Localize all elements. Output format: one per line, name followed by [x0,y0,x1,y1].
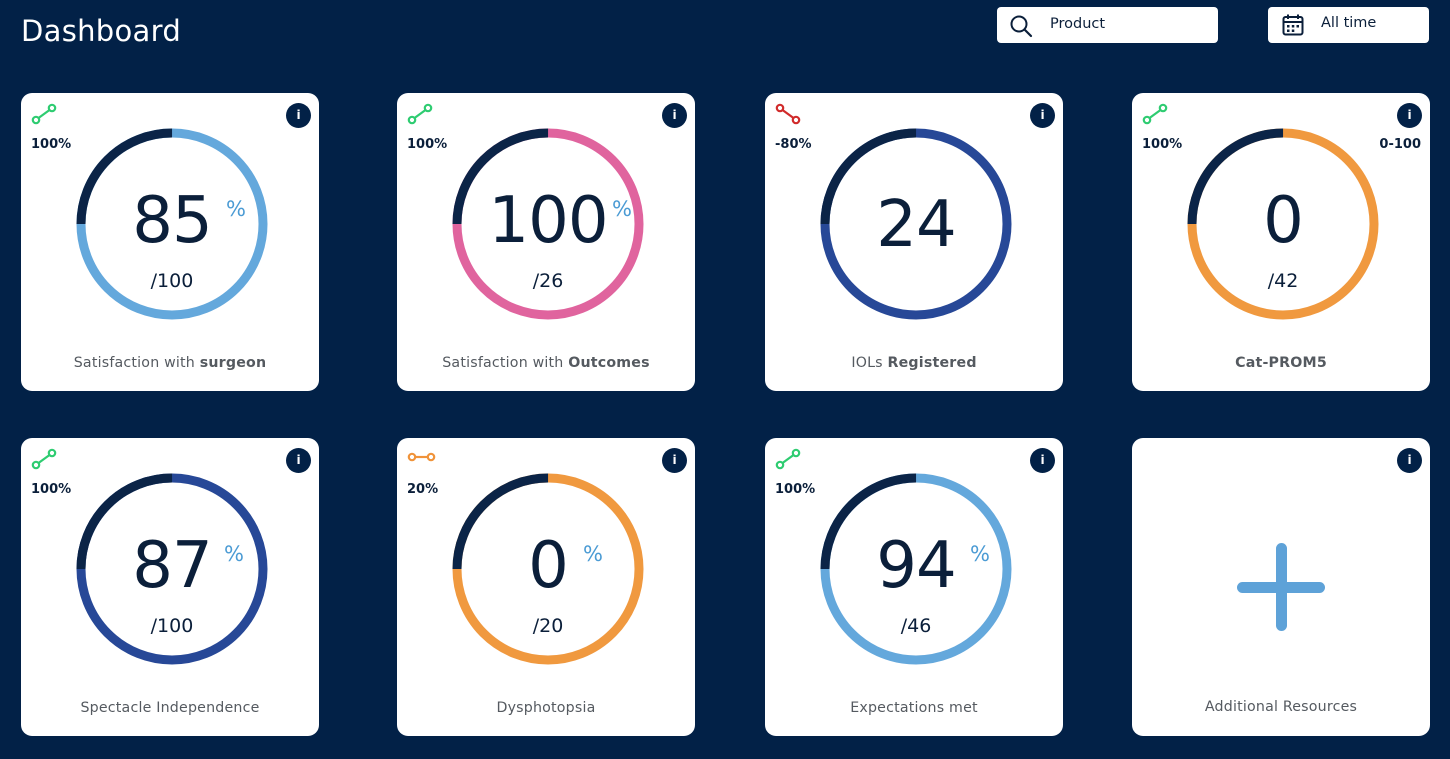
card-label: Expectations met [850,700,978,716]
percent-sign: % [226,197,246,221]
metric-denominator: /26 [532,270,564,292]
metric-value: 24 [876,188,956,262]
trend-change: 100% [775,482,816,497]
card-label: Additional Resources [1204,699,1358,715]
score-range: 0-100 [1379,137,1421,152]
card-label: Satisfaction with Outcomes [442,355,650,371]
info-icon[interactable]: i [1030,448,1055,473]
metric-card[interactable]: 100% i 87%/100 Spectacle Independence [21,438,319,736]
time-filter-label: All time [1321,15,1377,31]
trend-down-icon [775,103,801,125]
metric-card[interactable]: 100% i 94%/46 Expectations met [765,438,1063,736]
info-icon[interactable]: i [1397,103,1422,128]
metric-denominator: /42 [1267,270,1299,292]
metric-card[interactable]: 100% i 85%/100 Satisfaction with surgeon [21,93,319,391]
calendar-icon [1281,13,1305,41]
page-title: Dashboard [21,14,182,48]
info-icon[interactable]: i [662,448,687,473]
info-icon[interactable]: i [286,103,311,128]
card-label: Dysphotopsia [496,700,596,716]
metric-card[interactable]: 100% i 0-100 0/42 Cat-PROM5 [1132,93,1430,391]
trend-change: 100% [31,137,72,152]
card-label: IOLs Registered [851,355,977,371]
metric-denominator: /100 [150,615,194,637]
card-label: Spectacle Independence [80,700,260,716]
trend-up-icon [31,448,57,470]
search-icon [1009,14,1033,42]
trend-change: 100% [31,482,72,497]
percent-sign: % [224,542,244,566]
metric-card[interactable]: 100% i 100%/26 Satisfaction with Outcomes [397,93,695,391]
metric-card[interactable]: -80% i 24 IOLs Registered [765,93,1063,391]
info-icon[interactable]: i [662,103,687,128]
product-filter[interactable]: Product [997,7,1218,43]
metric-denominator: /46 [900,615,932,637]
trend-change: 20% [407,482,439,497]
card-label: Cat-PROM5 [1235,355,1327,371]
trend-up-icon [1142,103,1168,125]
trend-up-icon [31,103,57,125]
dashboard-page: Dashboard Product All time 100% i 85%/100 S… [0,0,1450,759]
product-filter-label: Product [1050,16,1106,32]
trend-up-icon [407,103,433,125]
trend-flat-icon [407,448,436,470]
metric-card[interactable]: 20% i 0% /20 Dysphotopsia [397,438,695,736]
trend-change: -80% [775,137,812,152]
time-filter[interactable]: All time [1268,7,1429,43]
info-icon[interactable]: i [1397,448,1422,473]
percent-sign: % [612,197,632,221]
metric-denominator: /100 [150,270,194,292]
metric-denominator: /20 [532,615,564,637]
plus-icon [1237,543,1325,631]
additional-resources-card[interactable]: i Additional Resources [1132,438,1430,736]
trend-up-icon [775,448,801,470]
trend-change: 100% [1142,137,1183,152]
card-label: Satisfaction with surgeon [73,355,267,371]
percent-sign: % [970,542,990,566]
percent-sign: % [583,542,603,566]
trend-change: 100% [407,137,448,152]
info-icon[interactable]: i [1030,103,1055,128]
info-icon[interactable]: i [286,448,311,473]
metric-value: 0 [528,529,569,603]
metric-value: 0 [1263,184,1304,258]
